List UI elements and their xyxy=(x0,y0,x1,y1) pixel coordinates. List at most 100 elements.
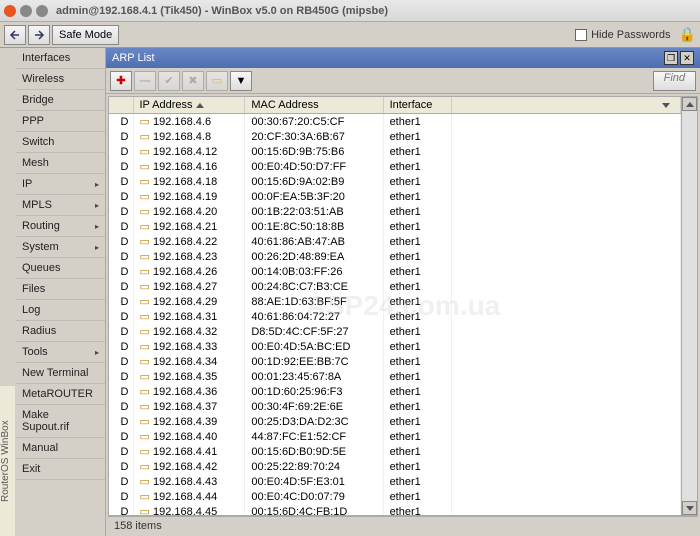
scroll-up-button[interactable] xyxy=(682,97,697,111)
cell-empty xyxy=(452,489,681,504)
sidebar-item-label: Files xyxy=(22,283,45,295)
table-row[interactable]: D▭ 192.168.4.4400:E0:4C:D0:07:79ether1 xyxy=(109,489,681,504)
redo-icon xyxy=(33,29,45,41)
table-row[interactable]: D▭ 192.168.4.2988:AE:1D:63:BF:5Fether1 xyxy=(109,294,681,309)
os-maximize-button[interactable] xyxy=(36,5,48,17)
table-row[interactable]: D▭ 192.168.4.3140:61:86:04:72:27ether1 xyxy=(109,309,681,324)
table-row[interactable]: D▭ 192.168.4.3500:01:23:45:67:8Aether1 xyxy=(109,369,681,384)
cell-empty xyxy=(452,129,681,144)
add-button[interactable]: ✚ xyxy=(110,71,132,91)
table-row[interactable]: D▭ 192.168.4.2600:14:0B:03:FF:26ether1 xyxy=(109,264,681,279)
sidebar-item-mesh[interactable]: Mesh xyxy=(16,153,105,174)
cell-ip: ▭ 192.168.4.42 xyxy=(133,459,245,474)
filter-button[interactable]: ▼ xyxy=(230,71,252,91)
disable-button[interactable]: ✖ xyxy=(182,71,204,91)
enable-button[interactable]: ✔ xyxy=(158,71,180,91)
os-minimize-button[interactable] xyxy=(20,5,32,17)
table-row[interactable]: D▭ 192.168.4.1800:15:6D:9A:02:B9ether1 xyxy=(109,174,681,189)
table-row[interactable]: D▭ 192.168.4.2700:24:8C:C7:B3:CEether1 xyxy=(109,279,681,294)
scroll-down-button[interactable] xyxy=(682,501,697,515)
os-close-button[interactable] xyxy=(4,5,16,17)
column-ip-address[interactable]: IP Address xyxy=(133,97,245,114)
sidebar-item-manual[interactable]: Manual xyxy=(16,438,105,459)
sidebar-item-label: Log xyxy=(22,304,40,316)
cell-interface: ether1 xyxy=(383,459,452,474)
sidebar-item-mpls[interactable]: MPLS▸ xyxy=(16,195,105,216)
host-icon: ▭ xyxy=(140,131,150,143)
cell-ip: ▭ 192.168.4.33 xyxy=(133,339,245,354)
table-row[interactable]: D▭ 192.168.4.3600:1D:60:25:96:F3ether1 xyxy=(109,384,681,399)
table-row[interactable]: D▭ 192.168.4.2100:1E:8C:50:18:8Bether1 xyxy=(109,219,681,234)
safe-mode-button[interactable]: Safe Mode xyxy=(52,25,119,45)
sidebar-item-queues[interactable]: Queues xyxy=(16,258,105,279)
sidebar-item-label: PPP xyxy=(22,115,44,127)
column-interface[interactable]: Interface xyxy=(383,97,452,114)
cell-empty xyxy=(452,309,681,324)
sidebar-item-routing[interactable]: Routing▸ xyxy=(16,216,105,237)
column-mac-address[interactable]: MAC Address xyxy=(245,97,383,114)
table-row[interactable]: D▭ 192.168.4.600:30:67:20:C5:CFether1 xyxy=(109,114,681,130)
sidebar-item-radius[interactable]: Radius xyxy=(16,321,105,342)
host-icon: ▭ xyxy=(140,401,150,413)
host-icon: ▭ xyxy=(140,476,150,488)
sidebar-item-tools[interactable]: Tools▸ xyxy=(16,342,105,363)
table-row[interactable]: D▭ 192.168.4.3300:E0:4D:5A:BC:EDether1 xyxy=(109,339,681,354)
vertical-scrollbar[interactable] xyxy=(681,97,697,515)
sidebar-item-files[interactable]: Files xyxy=(16,279,105,300)
cell-ip: ▭ 192.168.4.16 xyxy=(133,159,245,174)
table-row[interactable]: D▭ 192.168.4.820:CF:30:3A:6B:67ether1 xyxy=(109,129,681,144)
sidebar-item-log[interactable]: Log xyxy=(16,300,105,321)
cell-empty xyxy=(452,414,681,429)
cell-empty xyxy=(452,234,681,249)
cell-flag: D xyxy=(109,264,133,279)
cross-icon: ✖ xyxy=(188,74,197,87)
comment-button[interactable]: ▭ xyxy=(206,71,228,91)
table-row[interactable]: D▭ 192.168.4.4500:15:6D:4C:FB:1Dether1 xyxy=(109,504,681,515)
sidebar-item-system[interactable]: System▸ xyxy=(16,237,105,258)
sidebar-item-label: MPLS xyxy=(22,199,52,211)
table-row[interactable]: D▭ 192.168.4.1600:E0:4D:50:D7:FFether1 xyxy=(109,159,681,174)
sidebar-item-make-supout-rif[interactable]: Make Supout.rif xyxy=(16,405,105,438)
table-row[interactable]: D▭ 192.168.4.3900:25:D3:DA:D2:3Cether1 xyxy=(109,414,681,429)
column-empty[interactable] xyxy=(452,97,681,114)
subwindow-close-button[interactable]: ✕ xyxy=(680,51,694,65)
subwindow-restore-button[interactable]: ❐ xyxy=(664,51,678,65)
cell-empty xyxy=(452,504,681,515)
undo-button[interactable] xyxy=(4,25,26,45)
table-row[interactable]: D▭ 192.168.4.1200:15:6D:9B:75:B6ether1 xyxy=(109,144,681,159)
sidebar-item-switch[interactable]: Switch xyxy=(16,132,105,153)
table-row[interactable]: D▭ 192.168.4.32D8:5D:4C:CF:5F:27ether1 xyxy=(109,324,681,339)
sidebar-item-ppp[interactable]: PPP xyxy=(16,111,105,132)
table-row[interactable]: D▭ 192.168.4.2000:1B:22:03:51:ABether1 xyxy=(109,204,681,219)
table-row[interactable]: D▭ 192.168.4.4300:E0:4D:5F:E3:01ether1 xyxy=(109,474,681,489)
table-row[interactable]: D▭ 192.168.4.3700:30:4F:69:2E:6Eether1 xyxy=(109,399,681,414)
table-row[interactable]: D▭ 192.168.4.2240:61:86:AB:47:ABether1 xyxy=(109,234,681,249)
sidebar-item-ip[interactable]: IP▸ xyxy=(16,174,105,195)
sidebar-item-metarouter[interactable]: MetaROUTER xyxy=(16,384,105,405)
sidebar-item-label: Routing xyxy=(22,220,60,232)
table-row[interactable]: D▭ 192.168.4.4100:15:6D:B0:9D:5Eether1 xyxy=(109,444,681,459)
table-row[interactable]: D▭ 192.168.4.4044:87:FC:E1:52:CFether1 xyxy=(109,429,681,444)
cell-empty xyxy=(452,264,681,279)
subwindow-titlebar[interactable]: ARP List ❐ ✕ xyxy=(106,48,700,68)
column-flag[interactable] xyxy=(109,97,133,114)
table-row[interactable]: D▭ 192.168.4.2300:26:2D:48:89:EAether1 xyxy=(109,249,681,264)
hide-passwords-toggle[interactable]: Hide Passwords xyxy=(575,29,670,41)
cell-ip: ▭ 192.168.4.6 xyxy=(133,114,245,130)
sidebar-item-new-terminal[interactable]: New Terminal xyxy=(16,363,105,384)
sidebar-item-wireless[interactable]: Wireless xyxy=(16,69,105,90)
find-button[interactable]: Find xyxy=(653,71,696,91)
table-row[interactable]: D▭ 192.168.4.3400:1D:92:EE:BB:7Cether1 xyxy=(109,354,681,369)
host-icon: ▭ xyxy=(140,251,150,263)
table-row[interactable]: D▭ 192.168.4.4200:25:22:89:70:24ether1 xyxy=(109,459,681,474)
table-row[interactable]: D▭ 192.168.4.1900:0F:EA:5B:3F:20ether1 xyxy=(109,189,681,204)
lock-icon[interactable]: 🔒 xyxy=(679,26,696,43)
sidebar-item-bridge[interactable]: Bridge xyxy=(16,90,105,111)
dropdown-icon xyxy=(662,103,670,108)
sidebar-item-exit[interactable]: Exit xyxy=(16,459,105,480)
cell-interface: ether1 xyxy=(383,114,452,130)
redo-button[interactable] xyxy=(28,25,50,45)
sidebar-item-interfaces[interactable]: Interfaces xyxy=(16,48,105,69)
remove-button[interactable]: — xyxy=(134,71,156,91)
cell-interface: ether1 xyxy=(383,369,452,384)
